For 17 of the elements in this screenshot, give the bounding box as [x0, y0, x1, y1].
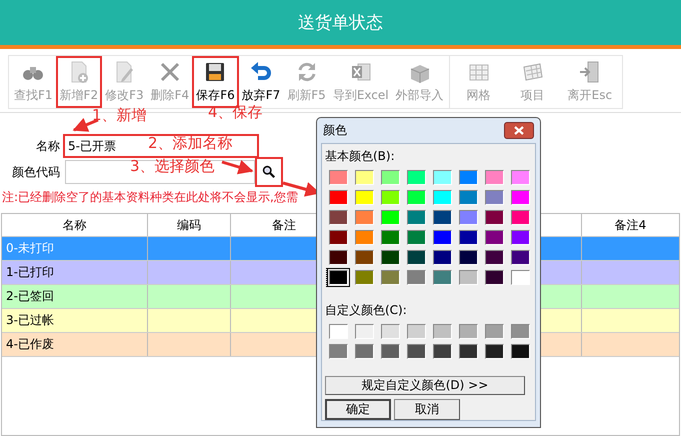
field-label: 颜色代码: [11, 164, 61, 180]
column-header: 备注4: [614, 216, 648, 234]
field-label: 名称: [35, 138, 61, 154]
dialog-title: 颜色: [323, 122, 347, 139]
table-cell: 4-已作废: [2, 333, 148, 356]
table-cell: 3-已过帐: [2, 309, 148, 332]
annotation-label: 3、选择颜色: [130, 157, 215, 176]
table-cell: 1-已打印: [2, 261, 148, 284]
column-header: 名称: [2, 214, 148, 236]
window-title: 送货单状态: [298, 12, 383, 34]
section-label: 基本颜色(B):: [325, 148, 396, 165]
column-header: 编码: [148, 214, 231, 236]
table-cell: 2-已签回: [2, 285, 148, 308]
table-cell: 0-未打印: [2, 237, 148, 260]
warning-note: 注:已经删除空了的基本资料种类在此处将不会显示,您需: [1, 189, 298, 206]
section-label: 自定义颜色(C):: [325, 302, 408, 319]
annotation-label: 2、添加名称: [148, 134, 233, 153]
